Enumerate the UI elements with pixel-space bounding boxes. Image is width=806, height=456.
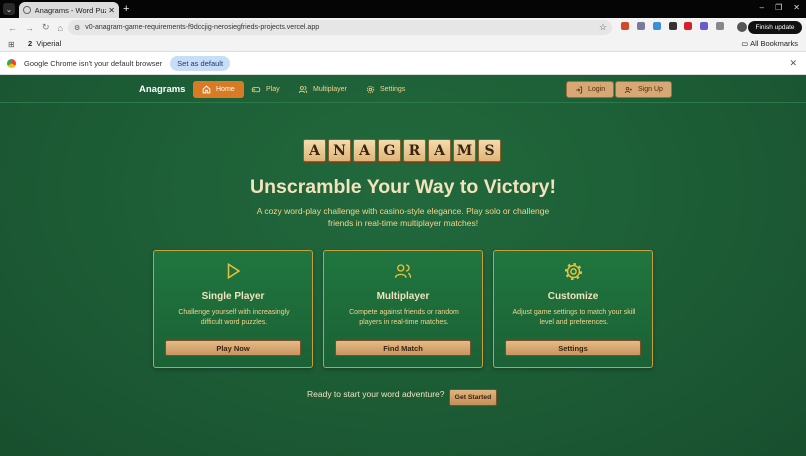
site-info-icon[interactable]: ⚙ — [74, 24, 80, 32]
login-icon — [576, 86, 583, 93]
new-tab-button[interactable]: + — [123, 3, 129, 15]
home-icon — [202, 85, 211, 94]
tab-close-icon[interactable]: ✕ — [108, 6, 115, 15]
login-label: Login — [588, 86, 606, 93]
title-letter-tiles: A N A G R A M S — [303, 139, 501, 162]
forward-icon[interactable]: → — [25, 23, 34, 33]
gear-icon — [494, 262, 652, 286]
browser-tab[interactable]: Anagrams - Word Puzzle ✕ — [19, 2, 119, 18]
window-controls: – ❐ ✕ — [760, 3, 800, 12]
hero-headline: Unscramble Your Way to Victory! — [250, 176, 556, 198]
tab-favicon-icon — [23, 6, 31, 14]
card-description: Adjust game settings to match your skill… — [512, 309, 636, 326]
nav-multiplayer[interactable]: Multiplayer — [289, 81, 356, 98]
letter-tile: N — [328, 139, 351, 162]
extension-icon[interactable] — [684, 22, 692, 30]
get-started-button[interactable]: Get Started — [449, 389, 497, 406]
extensions-puzzle-icon[interactable] — [716, 22, 724, 30]
maximize-icon[interactable]: ❐ — [775, 3, 782, 12]
all-bookmarks-label: All Bookmarks — [750, 39, 798, 48]
nav-settings[interactable]: Settings — [357, 81, 414, 98]
letter-tile: A — [428, 139, 451, 162]
close-window-icon[interactable]: ✕ — [793, 3, 800, 12]
extension-icon[interactable] — [669, 22, 677, 30]
infobar-message: Google Chrome isn't your default browser — [24, 58, 163, 68]
users-icon — [324, 262, 482, 285]
bookmark-star-icon[interactable]: ☆ — [599, 22, 607, 33]
multiplayer-card: Multiplayer Compete against friends or r… — [323, 250, 483, 368]
nav-play[interactable]: Play — [242, 81, 289, 98]
profile-avatar[interactable] — [737, 22, 747, 32]
play-icon — [154, 262, 312, 285]
top-nav: Anagrams Home Play Multiplayer Settings … — [0, 75, 806, 103]
letter-tile: G — [378, 139, 401, 162]
extension-icon[interactable] — [653, 22, 661, 30]
chrome-logo-icon — [7, 58, 16, 68]
bookmark-prefix: 2 — [28, 39, 33, 48]
bookmark-label: Viperial — [36, 39, 62, 48]
app-page: Anagrams Home Play Multiplayer Settings … — [0, 75, 806, 456]
apps-grid-icon[interactable]: ⊞ — [8, 40, 15, 49]
cta-text: Ready to start your word adventure? — [307, 389, 445, 399]
card-description: Challenge yourself with increasingly dif… — [178, 309, 290, 326]
browser-tab-strip: ⌄ Anagrams - Word Puzzle ✕ + – ❐ ✕ — [0, 0, 806, 18]
find-match-button[interactable]: Find Match — [335, 340, 471, 356]
bookmarks-bar: ⊞ 2 Viperial ▭ All Bookmarks — [0, 37, 806, 52]
hero-subtitle: A cozy word-play challenge with casino-s… — [256, 206, 550, 228]
address-bar[interactable]: ⚙ v0-anagram-game-requirements-f9dccjig-… — [68, 20, 612, 35]
set-default-button[interactable]: Set as default — [170, 55, 231, 71]
user-plus-icon — [624, 86, 632, 93]
letter-tile: A — [353, 139, 376, 162]
tab-search-icon[interactable]: ⌄ — [3, 3, 15, 15]
minimize-icon[interactable]: – — [760, 3, 764, 12]
bookmark-viperial[interactable]: 2 Viperial — [28, 39, 61, 48]
home-browser-icon[interactable]: ⌂ — [58, 23, 63, 33]
extension-icon[interactable] — [700, 22, 708, 30]
all-bookmarks[interactable]: ▭ All Bookmarks — [741, 39, 798, 48]
nav-settings-label: Settings — [380, 86, 406, 93]
gear-icon — [366, 85, 375, 94]
card-title: Customize — [547, 291, 599, 302]
settings-button[interactable]: Settings — [505, 340, 641, 356]
back-icon[interactable]: ← — [8, 23, 17, 33]
letter-tile: A — [303, 139, 326, 162]
signup-button[interactable]: Sign Up — [615, 81, 672, 98]
brand-logo[interactable]: Anagrams — [139, 84, 185, 95]
card-description: Compete against friends or random player… — [349, 309, 459, 326]
signup-label: Sign Up — [638, 86, 663, 93]
letter-tile: M — [453, 139, 476, 162]
gamepad-icon — [251, 87, 261, 93]
finish-update-button[interactable]: Finish update — [748, 21, 802, 34]
infobar-close-icon[interactable]: ✕ — [789, 58, 797, 69]
card-title: Multiplayer — [376, 291, 430, 302]
play-now-button[interactable]: Play Now — [165, 340, 301, 356]
letter-tile: R — [403, 139, 426, 162]
reload-icon[interactable]: ↻ — [42, 22, 50, 33]
url-text: v0-anagram-game-requirements-f9dccjig-ne… — [85, 24, 320, 31]
tab-title: Anagrams - Word Puzzle — [34, 5, 107, 15]
letter-tile: S — [478, 139, 501, 162]
nav-home-label: Home — [216, 86, 235, 93]
login-button[interactable]: Login — [566, 81, 615, 98]
customize-card: Customize Adjust game settings to match … — [493, 250, 653, 368]
users-icon — [298, 86, 308, 93]
nav-home[interactable]: Home — [193, 81, 244, 98]
extension-icon[interactable] — [637, 22, 645, 30]
default-browser-infobar: Google Chrome isn't your default browser… — [0, 52, 806, 75]
extension-icon[interactable] — [621, 22, 629, 30]
nav-multiplayer-label: Multiplayer — [313, 86, 347, 93]
single-player-card: Single Player Challenge yourself with in… — [153, 250, 313, 368]
card-title: Single Player — [201, 291, 265, 302]
nav-play-label: Play — [266, 86, 280, 93]
